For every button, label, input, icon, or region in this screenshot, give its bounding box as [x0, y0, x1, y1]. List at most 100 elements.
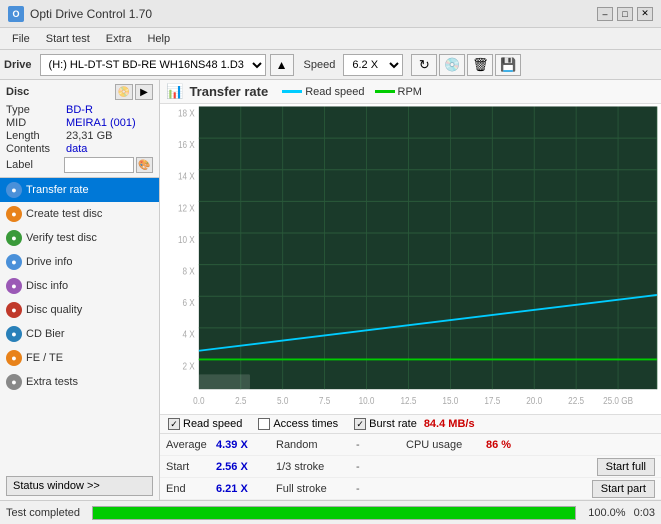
- svg-text:14 X: 14 X: [178, 171, 195, 182]
- disc-icon-1[interactable]: 📀: [115, 84, 133, 100]
- start-part-button[interactable]: Start part: [592, 480, 655, 498]
- disc-icons: 📀 ▶: [115, 84, 153, 100]
- nav-extra-tests[interactable]: ● Extra tests: [0, 370, 159, 394]
- nav-transfer-rate[interactable]: ● Transfer rate: [0, 178, 159, 202]
- disc-title: Disc: [6, 86, 29, 98]
- chart-icon: 📊: [166, 83, 183, 100]
- stats-area: Average 4.39 X Random - CPU usage 86 % S…: [160, 434, 661, 500]
- nav-items: ● Transfer rate ● Create test disc ● Ver…: [0, 178, 159, 472]
- nav-label-fe-te: FE / TE: [26, 352, 63, 364]
- nav-label-disc-info: Disc info: [26, 280, 68, 292]
- nav-disc-info[interactable]: ● Disc info: [0, 274, 159, 298]
- disc-length-row: Length 23,31 GB: [6, 130, 153, 142]
- svg-text:18 X: 18 X: [178, 108, 195, 119]
- disc-label-button[interactable]: 🎨: [136, 157, 153, 173]
- legend-check-burst-rate[interactable]: ✓ Burst rate 84.4 MB/s: [354, 418, 474, 430]
- disc-type-row: Type BD-R: [6, 104, 153, 116]
- stats-row-average: Average 4.39 X Random - CPU usage 86 %: [160, 434, 661, 456]
- nav-icon-disc-quality: ●: [6, 302, 22, 318]
- erase-button[interactable]: 🗑: [467, 54, 493, 76]
- nav-fe-te[interactable]: ● FE / TE: [0, 346, 159, 370]
- nav-verify-test-disc[interactable]: ● Verify test disc: [0, 226, 159, 250]
- refresh-button[interactable]: ↻: [411, 54, 437, 76]
- stat-1-3-stroke-value: -: [356, 461, 396, 473]
- disc-label-row: Label 🎨: [6, 157, 153, 173]
- nav-label-drive-info: Drive info: [26, 256, 72, 268]
- stats-row-end: End 6.21 X Full stroke - Start part: [160, 478, 661, 500]
- legend-check-read-speed-label: Read speed: [183, 418, 242, 430]
- svg-text:20.0: 20.0: [526, 395, 542, 406]
- legend-rpm: RPM: [375, 86, 422, 98]
- legend-check-access-times[interactable]: Access times: [258, 418, 338, 430]
- stat-avg-value: 4.39 X: [216, 439, 266, 451]
- status-time: 100.0%: [588, 507, 625, 519]
- nav-icon-extra-tests: ●: [6, 374, 22, 390]
- disc-contents-label: Contents: [6, 143, 66, 155]
- drive-toolbar: Drive (H:) HL-DT-ST BD-RE WH16NS48 1.D3 …: [0, 50, 661, 80]
- disc-length-value: 23,31 GB: [66, 130, 112, 142]
- stat-full-stroke-value: -: [356, 483, 396, 495]
- disc-contents-value: data: [66, 143, 87, 155]
- menu-start-test[interactable]: Start test: [38, 31, 98, 47]
- stat-random-value: -: [356, 439, 396, 451]
- nav-create-test-disc[interactable]: ● Create test disc: [0, 202, 159, 226]
- menu-help[interactable]: Help: [139, 31, 178, 47]
- stat-avg-label: Average: [166, 439, 216, 451]
- drive-select[interactable]: (H:) HL-DT-ST BD-RE WH16NS48 1.D3: [40, 54, 266, 76]
- stat-start-value: 2.56 X: [216, 461, 266, 473]
- stat-cpu-label: CPU usage: [406, 439, 486, 451]
- nav-disc-quality[interactable]: ● Disc quality: [0, 298, 159, 322]
- menu-file[interactable]: File: [4, 31, 38, 47]
- speed-select[interactable]: 6.2 X 4.0 X 2.0 X: [343, 54, 403, 76]
- minimize-button[interactable]: –: [597, 7, 613, 21]
- nav-icon-fe-te: ●: [6, 350, 22, 366]
- checkbox-read-speed[interactable]: ✓: [168, 418, 180, 430]
- app-icon: O: [8, 6, 24, 22]
- nav-label-transfer-rate: Transfer rate: [26, 184, 89, 196]
- eject-button[interactable]: ▲: [270, 54, 294, 76]
- stat-end-label: End: [166, 483, 216, 495]
- disc-icon-2[interactable]: ▶: [135, 84, 153, 100]
- nav-drive-info[interactable]: ● Drive info: [0, 250, 159, 274]
- legend-read-speed: Read speed: [282, 86, 364, 98]
- stat-end-value: 6.21 X: [216, 483, 266, 495]
- nav-cd-bier[interactable]: ● CD Bier: [0, 322, 159, 346]
- svg-text:10.0: 10.0: [359, 395, 375, 406]
- svg-text:8 X: 8 X: [182, 266, 194, 277]
- chart-header: 📊 Transfer rate Read speed RPM: [160, 80, 661, 104]
- nav-label-disc-quality: Disc quality: [26, 304, 82, 316]
- disc-label-input[interactable]: [64, 157, 134, 173]
- nav-icon-disc-info: ●: [6, 278, 22, 294]
- checkbox-burst-rate[interactable]: ✓: [354, 418, 366, 430]
- nav-icon-transfer-rate: ●: [6, 182, 22, 198]
- svg-text:6 X: 6 X: [182, 297, 194, 308]
- progress-bar: [93, 507, 575, 519]
- menu-extra[interactable]: Extra: [98, 31, 140, 47]
- burst-rate-value: 84.4 MB/s: [424, 418, 475, 430]
- progress-container: [92, 506, 576, 520]
- checkbox-access-times[interactable]: [258, 418, 270, 430]
- disc-contents-row: Contents data: [6, 143, 153, 155]
- disc-button[interactable]: 💿: [439, 54, 465, 76]
- svg-text:22.5: 22.5: [568, 395, 584, 406]
- chart-container: 18 X 16 X 14 X 12 X 10 X 8 X 6 X 4 X 2 X…: [160, 104, 661, 414]
- stats-row-start: Start 2.56 X 1/3 stroke - Start full: [160, 456, 661, 478]
- main-content: Disc 📀 ▶ Type BD-R MID MEIRA1 (001) Leng…: [0, 80, 661, 500]
- maximize-button[interactable]: □: [617, 7, 633, 21]
- status-window-button[interactable]: Status window >>: [6, 476, 153, 496]
- stat-random-label: Random: [276, 439, 356, 451]
- legend-check-read-speed[interactable]: ✓ Read speed: [168, 418, 242, 430]
- close-button[interactable]: ✕: [637, 7, 653, 21]
- save-button[interactable]: 💾: [495, 54, 521, 76]
- disc-header: Disc 📀 ▶: [6, 84, 153, 100]
- start-full-button[interactable]: Start full: [597, 458, 655, 476]
- disc-label-key: Label: [6, 159, 64, 171]
- menu-bar: File Start test Extra Help: [0, 28, 661, 50]
- drive-label: Drive: [4, 59, 32, 71]
- disc-mid-value: MEIRA1 (001): [66, 117, 136, 129]
- chart-svg: 18 X 16 X 14 X 12 X 10 X 8 X 6 X 4 X 2 X…: [160, 104, 661, 414]
- nav-icon-create-test-disc: ●: [6, 206, 22, 222]
- status-elapsed: 0:03: [634, 507, 655, 519]
- legend-check-access-times-label: Access times: [273, 418, 338, 430]
- svg-text:5.0: 5.0: [277, 395, 288, 406]
